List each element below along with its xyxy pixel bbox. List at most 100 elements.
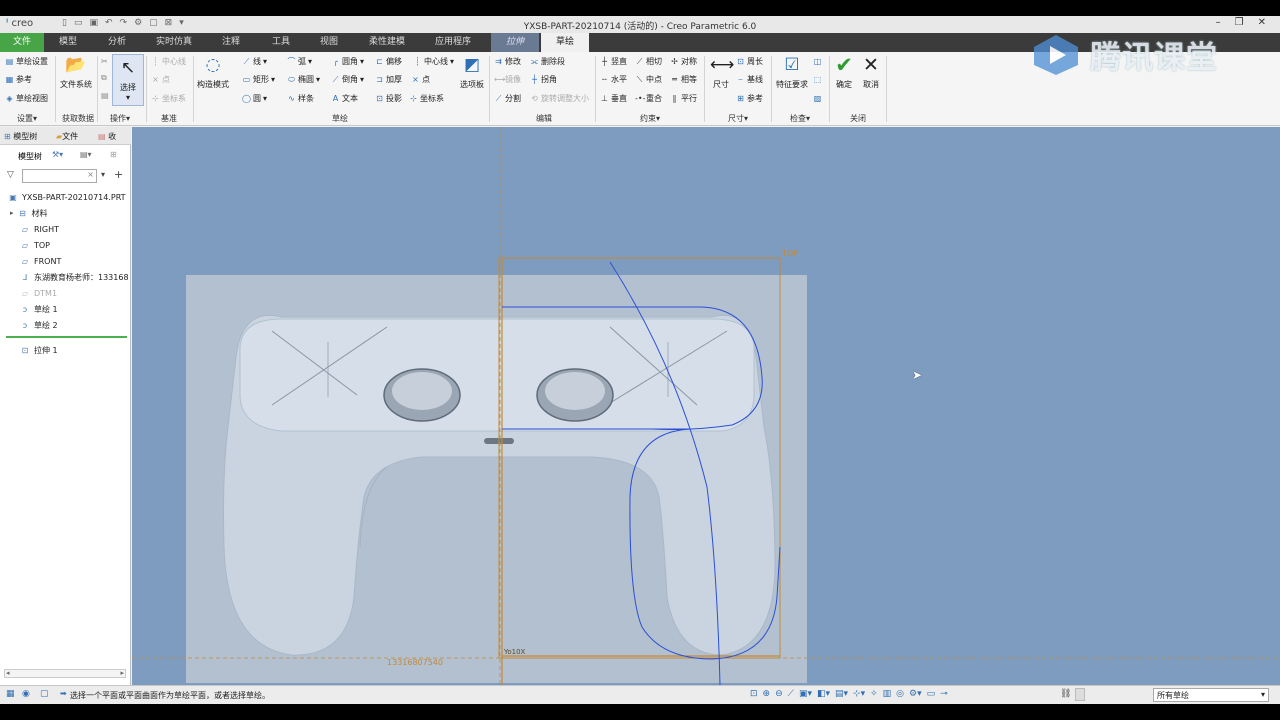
zoom-out-icon[interactable]: ⊖ xyxy=(775,689,783,699)
restore-icon[interactable]: ❐ xyxy=(1235,17,1244,28)
status-icon-2[interactable]: ◉ xyxy=(22,689,30,699)
circle-button[interactable]: ◯ 圆 ▾ xyxy=(242,92,267,104)
tab-annotate[interactable]: 注释 xyxy=(210,33,252,52)
datum-display-icon[interactable]: ⊹▾ xyxy=(853,689,865,699)
refit-icon[interactable]: ⊡ xyxy=(750,689,758,699)
corner-button[interactable]: ┼ 拐角 xyxy=(530,73,557,85)
datum-centerline-button[interactable]: ┊ 中心线 xyxy=(151,55,186,67)
selection-filter-dropdown[interactable]: 所有草绘 ▾ xyxy=(1153,688,1269,702)
view-manager-icon[interactable]: ▤▾ xyxy=(835,689,848,699)
tree-item-sketch-2[interactable]: ↄ 草绘 2 xyxy=(20,319,58,331)
ellipse-button[interactable]: ⬭ 椭圆 ▾ xyxy=(287,73,320,85)
tab-favorites[interactable]: ▤ 收 xyxy=(98,131,116,142)
saved-orientations-icon[interactable]: ▣▾ xyxy=(799,689,812,699)
tab-model-tree[interactable]: ⊞ 模型树 xyxy=(4,131,37,142)
close-icon[interactable]: ✕ xyxy=(1258,17,1266,28)
spline-button[interactable]: ∿ 样条 xyxy=(287,92,314,104)
clear-icon[interactable]: × xyxy=(87,170,94,179)
dimension-button[interactable]: ⟷ 尺寸 xyxy=(704,54,738,90)
selection-toggle[interactable] xyxy=(1075,688,1085,701)
selection-icon[interactable]: ⛓ xyxy=(1060,689,1071,699)
tree-item-right[interactable]: ▱ RIGHT xyxy=(20,223,59,235)
reference-dimension-button[interactable]: ⊞ 参考 xyxy=(736,92,763,104)
chamfer-button[interactable]: ⟋ 倒角 ▾ xyxy=(331,73,364,85)
shade-closed-loops-icon[interactable]: ▨ xyxy=(813,92,822,104)
paste-icon[interactable]: ▤ xyxy=(101,89,109,101)
sketcher-filter-icon[interactable]: ⚙▾ xyxy=(909,689,922,699)
line-button[interactable]: ⟋ 线 ▾ xyxy=(242,55,267,67)
sketch-csys-button[interactable]: ⊹ 坐标系 xyxy=(409,92,444,104)
vertical-constraint-button[interactable]: ┼ 竖直 xyxy=(600,55,627,67)
tree-item-extrude-1[interactable]: ⊡ 拉伸 1 xyxy=(20,344,58,356)
datum-csys-button[interactable]: ⊹ 坐标系 xyxy=(151,92,186,104)
perimeter-button[interactable]: ⊡ 周长 xyxy=(736,55,763,67)
construction-mode-button[interactable]: ◌ 构造模式 xyxy=(196,54,230,90)
coincident-constraint-button[interactable]: -•- 重合 xyxy=(635,92,662,104)
repaint-icon[interactable]: ⟋ xyxy=(788,689,794,699)
add-filter-icon[interactable]: + xyxy=(114,168,123,181)
group-label-dimension[interactable]: 尺寸▾ xyxy=(718,113,758,124)
constraint-display-icon[interactable]: ⊸ xyxy=(940,689,948,699)
sketch-centerline-button[interactable]: ┊ 中心线 ▾ xyxy=(413,55,454,67)
tab-model[interactable]: 模型 xyxy=(47,33,89,52)
midpoint-constraint-button[interactable]: ⟍ 中点 xyxy=(635,73,662,85)
status-icon-1[interactable]: ▦ xyxy=(6,689,15,699)
tab-folder-browser[interactable]: ▰文件 xyxy=(56,131,78,142)
spin-center-icon[interactable]: ✧ xyxy=(870,689,878,699)
tree-item-sketch-1[interactable]: ↄ 草绘 1 xyxy=(20,303,58,315)
horizontal-scrollbar[interactable]: ◂ ▸ xyxy=(4,669,126,678)
project-button[interactable]: ⊡ 投影 xyxy=(375,92,402,104)
cut-icon[interactable]: ✂ xyxy=(101,55,108,67)
mirror-button[interactable]: ⟷ 镜像 xyxy=(494,73,521,85)
tree-show-icon[interactable]: ▤▾ xyxy=(80,150,92,159)
perpendicular-constraint-button[interactable]: ⊥ 垂直 xyxy=(600,92,627,104)
scroll-right-icon[interactable]: ▸ xyxy=(120,669,124,677)
tree-settings-icon[interactable]: ⚒▾ xyxy=(52,150,63,159)
status-icon-3[interactable]: ▢ xyxy=(40,689,49,699)
sketch-display-icon[interactable]: ◎ xyxy=(896,689,904,699)
zoom-in-icon[interactable]: ⊕ xyxy=(763,689,771,699)
filter-dropdown-icon[interactable]: ▾ xyxy=(101,170,105,179)
tree-columns-icon[interactable]: ⊞ xyxy=(110,150,117,159)
sketch-view-button[interactable]: ◈ 草绘视图 xyxy=(5,92,48,104)
delete-segment-button[interactable]: ⫘ 删除段 xyxy=(530,55,565,67)
tree-item-material[interactable]: ▸ ⊟ 材料 xyxy=(10,207,48,219)
modify-button[interactable]: ⇉ 修改 xyxy=(494,55,521,67)
select-button[interactable]: ↖ 选择 ▾ xyxy=(112,54,144,106)
overlapping-geometry-icon[interactable]: ◫ xyxy=(813,55,822,67)
cancel-button[interactable]: ✕ 取消 xyxy=(855,54,887,90)
divide-button[interactable]: ⟋ 分割 xyxy=(494,92,521,104)
tree-item-front[interactable]: ▱ FRONT xyxy=(20,255,61,267)
tangent-constraint-button[interactable]: ⟋ 相切 xyxy=(635,55,662,67)
offset-button[interactable]: ⊏ 偏移 xyxy=(375,55,402,67)
fillet-button[interactable]: ╭ 圆角 ▾ xyxy=(331,55,364,67)
tab-file[interactable]: 文件 xyxy=(0,33,44,52)
sketch-point-button[interactable]: × 点 xyxy=(411,73,430,85)
parallel-constraint-button[interactable]: ∥ 平行 xyxy=(670,92,698,104)
tree-search-input[interactable]: × xyxy=(22,169,97,183)
sketch-view-icon[interactable]: ▭ xyxy=(927,689,936,699)
text-button[interactable]: A 文本 xyxy=(331,92,358,104)
tree-item-dtm1[interactable]: ▱ DTM1 xyxy=(20,287,57,299)
tab-analysis[interactable]: 分析 xyxy=(95,33,139,52)
tree-item-csys[interactable]: ⅃ 东湖教育杨老师：133168 xyxy=(20,271,129,283)
minimize-icon[interactable]: – xyxy=(1216,17,1221,28)
tab-flexible-modeling[interactable]: 柔性建模 xyxy=(358,33,416,52)
rotate-resize-button[interactable]: ⟲ 旋转调整大小 xyxy=(530,92,589,104)
horizontal-constraint-button[interactable]: ╌ 水平 xyxy=(600,73,627,85)
tab-sketch[interactable]: 草绘 xyxy=(541,33,589,52)
group-label-inspect[interactable]: 检查▾ xyxy=(780,113,820,124)
filter-icon[interactable]: ▽ xyxy=(7,170,14,180)
group-label-operations[interactable]: 操作▾ xyxy=(100,113,140,124)
references-button[interactable]: ▦ 参考 xyxy=(5,73,32,85)
datum-point-button[interactable]: × 点 xyxy=(151,73,170,85)
expand-icon[interactable]: ▸ xyxy=(10,209,14,217)
rectangle-button[interactable]: ▭ 矩形 ▾ xyxy=(242,73,275,85)
display-style-icon[interactable]: ◧▾ xyxy=(817,689,830,699)
tab-live-simulation[interactable]: 实时仿真 xyxy=(146,33,202,52)
tree-item-part[interactable]: ▣ YXSB-PART-20210714.PRT xyxy=(8,191,125,203)
tab-tools[interactable]: 工具 xyxy=(260,33,302,52)
thicken-button[interactable]: ⊐ 加厚 xyxy=(375,73,402,85)
baseline-button[interactable]: ⎯ 基线 xyxy=(736,73,764,85)
group-label-setup[interactable]: 设置▾ xyxy=(8,113,46,124)
